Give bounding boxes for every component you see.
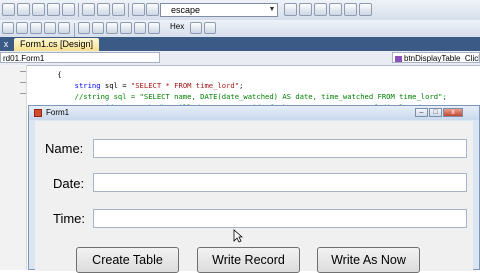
date-label: Date:	[53, 176, 85, 191]
time-input[interactable]	[93, 209, 467, 228]
form1-window: Form1 – □ x Name: Date: Time: Create Tab…	[28, 105, 480, 273]
code-navigation-bar: rd01.Form1 btnDisplayTable_Click	[0, 51, 480, 66]
toolbox-icon[interactable]	[344, 3, 357, 16]
save-icon[interactable]	[47, 3, 60, 16]
break-all-icon[interactable]	[120, 22, 132, 34]
member-dropdown-value: btnDisplayTable_Click	[404, 54, 480, 63]
toolbar-separator	[74, 23, 75, 37]
form-icon	[34, 109, 42, 117]
class-dropdown-value: rd01.Form1	[3, 54, 45, 63]
open-file-icon[interactable]	[32, 3, 45, 16]
new-project-icon[interactable]	[2, 3, 15, 16]
write-record-button[interactable]: Write Record	[197, 247, 300, 273]
start-page-icon[interactable]	[359, 3, 372, 16]
code-line[interactable]: {	[40, 69, 62, 80]
paste-icon[interactable]	[112, 3, 125, 16]
create-table-button[interactable]: Create Table	[76, 247, 179, 273]
tab-form1-design[interactable]: Form1.cs [Design]	[14, 38, 100, 51]
time-label: Time:	[53, 211, 86, 226]
standard-toolbar: escape ▼	[0, 0, 480, 21]
find-combo-value: escape	[171, 5, 201, 15]
toolbar-separator	[128, 3, 129, 17]
comment-icon[interactable]	[2, 22, 14, 34]
method-icon	[395, 55, 402, 62]
outline-marker	[20, 71, 26, 77]
code-token: string	[74, 81, 101, 90]
form1-title: Form1	[46, 108, 70, 117]
code-line[interactable]: //string sql = "SELECT name, DATE(date_w…	[40, 91, 447, 102]
outline-marker	[20, 82, 26, 88]
find-icon[interactable]	[299, 3, 312, 16]
uncomment-icon[interactable]	[16, 22, 28, 34]
undo-icon[interactable]	[132, 3, 145, 16]
redo-icon[interactable]	[146, 3, 159, 16]
code-line[interactable]: string sql = "SELECT * FROM time_lord";	[40, 80, 244, 91]
form1-client-area: Name: Date: Time: Create Table Write Rec…	[35, 121, 473, 273]
code-token: {	[57, 70, 62, 79]
tab-label: Form1.cs [Design]	[20, 39, 94, 49]
indent-icon[interactable]	[30, 22, 42, 34]
find-in-files-icon[interactable]	[284, 3, 297, 16]
code-token: "SELECT * FROM time_lord"	[130, 81, 240, 90]
save-all-icon[interactable]	[62, 3, 75, 16]
class-dropdown[interactable]: rd01.Form1	[0, 52, 160, 63]
step-over-icon[interactable]	[92, 22, 104, 34]
toolbar-separator	[78, 3, 79, 17]
breakpoints-icon[interactable]	[204, 22, 216, 34]
outline-marker	[20, 93, 26, 99]
code-token: sql =	[100, 81, 131, 90]
bookmark-icon[interactable]	[58, 22, 70, 34]
date-input[interactable]	[93, 173, 467, 192]
hex-toggle-button[interactable]: Hex	[170, 22, 184, 31]
minimize-button[interactable]: –	[415, 108, 428, 117]
member-dropdown[interactable]: btnDisplayTable_Click	[392, 52, 480, 63]
mouse-cursor-icon	[233, 229, 243, 243]
solution-explorer-icon[interactable]	[314, 3, 327, 16]
cut-icon[interactable]	[82, 3, 95, 16]
name-input[interactable]	[93, 139, 467, 158]
close-button[interactable]: x	[443, 108, 463, 117]
write-as-now-button[interactable]: Write As Now	[317, 247, 420, 273]
outdent-icon[interactable]	[44, 22, 56, 34]
maximize-button[interactable]: □	[429, 108, 442, 117]
text-editor-toolbar: Hex	[0, 20, 480, 38]
code-token: //string sql = "SELECT name, DATE(date_w…	[74, 92, 447, 101]
chevron-down-icon[interactable]: ▼	[268, 4, 276, 15]
find-combo-input[interactable]: escape	[160, 3, 278, 17]
show-next-statement-icon[interactable]	[190, 22, 202, 34]
step-into-icon[interactable]	[78, 22, 90, 34]
code-token: ;	[239, 81, 244, 90]
add-item-icon[interactable]	[17, 3, 30, 16]
name-label: Name:	[45, 141, 84, 156]
step-out-icon[interactable]	[106, 22, 118, 34]
close-icon[interactable]: x	[0, 38, 12, 51]
stop-debugging-icon[interactable]	[134, 22, 146, 34]
document-tab-strip: x Form1.cs [Design]	[0, 37, 480, 51]
copy-icon[interactable]	[97, 3, 110, 16]
editor-gutter	[0, 65, 27, 270]
form1-title-bar[interactable]: Form1 – □ x	[29, 106, 479, 120]
restart-icon[interactable]	[148, 22, 160, 34]
properties-icon[interactable]	[329, 3, 342, 16]
